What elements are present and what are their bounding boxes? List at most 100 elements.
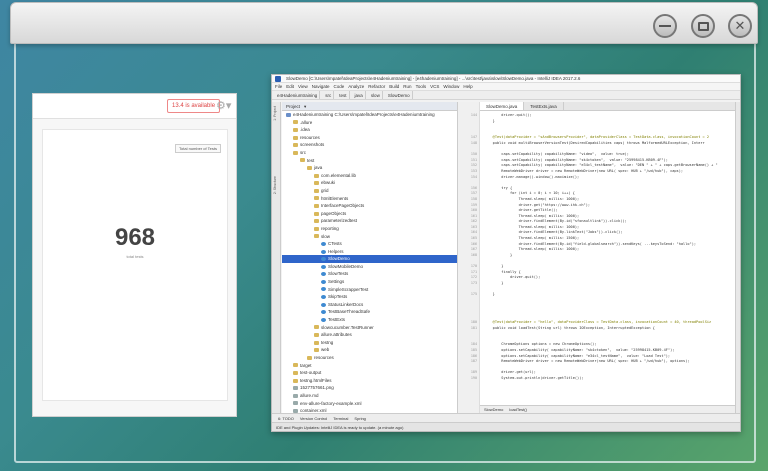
tree-item[interactable]: allure.attributes	[282, 331, 457, 339]
folder-icon	[307, 165, 312, 170]
tree-item[interactable]: Helpers	[282, 248, 457, 256]
tree-item[interactable]: allure.md	[282, 392, 457, 400]
menu-item-code[interactable]: Code	[333, 83, 344, 90]
tool-tab-structure[interactable]: 2: Structure	[273, 176, 280, 194]
tool-window-button[interactable]: Terminal	[333, 414, 348, 422]
breadcrumb-item[interactable]: src	[323, 91, 335, 99]
tree-item[interactable]: InterfacePageObjects	[282, 202, 457, 210]
maximize-button[interactable]	[691, 14, 715, 38]
editor-tab[interactable]: TestExts.java	[524, 102, 564, 110]
tree-item[interactable]: .allure	[282, 119, 457, 127]
tree-item[interactable]: grid	[282, 187, 457, 195]
tree-item[interactable]: env-allure-factory-example.xml	[282, 400, 457, 408]
tree-item[interactable]: slow	[282, 233, 457, 241]
tree-item[interactable]: SkipTests	[282, 293, 457, 301]
menu-item-navigate[interactable]: Navigate	[312, 83, 330, 90]
close-button[interactable]: ✕	[728, 14, 752, 38]
tree-item[interactable]: screenshots	[282, 141, 457, 149]
tree-item[interactable]: java	[282, 164, 457, 172]
tree-item[interactable]: com.elemental.lib	[282, 172, 457, 180]
tree-item[interactable]: testng.htmlFiles	[282, 377, 457, 385]
java-class-icon	[321, 310, 326, 315]
menu-item-build[interactable]: Build	[389, 83, 399, 90]
tree-item[interactable]: test	[282, 157, 457, 165]
project-view-dropdown[interactable]: Project	[286, 102, 300, 110]
tree-item[interactable]: htmlElements	[282, 195, 457, 203]
tool-tab-project[interactable]: 1: Project	[273, 106, 280, 121]
menu-item-analyze[interactable]: Analyze	[348, 83, 364, 90]
folder-icon	[314, 181, 319, 186]
breadcrumb-item[interactable]: SlowDemo	[386, 91, 413, 99]
tree-item-label: pageObjects	[321, 210, 347, 216]
minimize-button[interactable]	[653, 14, 677, 38]
java-class-icon	[321, 287, 326, 292]
tree-item[interactable]: e4Hadeniumtraining C:\Users\mpatel\IdeaP…	[282, 111, 457, 119]
tree-item[interactable]: resources	[282, 354, 457, 362]
tree-item[interactable]: TestExts	[282, 316, 457, 324]
tool-window-button[interactable]: Spring	[354, 414, 366, 422]
tree-item[interactable]: .idea	[282, 126, 457, 134]
menu-item-window[interactable]: Window	[443, 83, 459, 90]
tree-item[interactable]: 1527757661.png	[282, 384, 457, 392]
tree-item[interactable]: SimpleScrapperTest	[282, 286, 457, 294]
tree-item[interactable]: ebwuki	[282, 179, 457, 187]
tree-item-label: ebwuki	[321, 180, 336, 186]
dashboard-top-bar: 13.4 is available ⚙▾	[33, 94, 236, 119]
tree-item[interactable]: slowcucumber.TestRunner	[282, 324, 457, 332]
editor-breadcrumb-item[interactable]: loadTest()	[509, 406, 527, 413]
tree-item[interactable]: pageObjects	[282, 210, 457, 218]
tree-item[interactable]: web	[282, 346, 457, 354]
tree-item[interactable]: reporting	[282, 225, 457, 233]
tree-item[interactable]: src	[282, 149, 457, 157]
tree-item[interactable]: resources	[282, 134, 457, 142]
menu-item-tools[interactable]: Tools	[416, 83, 427, 90]
tree-item[interactable]: TestBaseThreadSafe	[282, 308, 457, 316]
breadcrumb-item[interactable]: test	[337, 91, 350, 99]
code-editor[interactable]: SlowDemo.java TestExts.java driver.quit()…	[480, 102, 740, 413]
total-tests-number: 968	[114, 224, 156, 251]
tree-item-label: TestExts	[328, 317, 346, 323]
line-number: 190	[470, 375, 477, 380]
tree-item[interactable]: SlowMobileDemo	[282, 263, 457, 271]
stats-card: Total number of Tests 968 total tests	[42, 129, 228, 401]
menu-item-vcs[interactable]: VCS	[430, 83, 439, 90]
java-class-icon	[321, 279, 326, 284]
folder-icon	[314, 219, 319, 224]
tree-item[interactable]: parameterizedtest	[282, 217, 457, 225]
tree-item[interactable]: testng	[282, 339, 457, 347]
gear-icon[interactable]: ⚙▾	[216, 99, 231, 113]
update-available-button[interactable]: 13.4 is available	[167, 99, 221, 113]
tree-item-label: parameterizedtest	[321, 218, 358, 224]
tool-window-button[interactable]: Version Control	[300, 414, 327, 422]
project-panel: Project ▾ e4Hadeniumtraining C:\Users\mp…	[282, 102, 458, 413]
editor-breadcrumb-item[interactable]: SlowDemo	[484, 406, 503, 413]
editor-tab[interactable]: SlowDemo.java	[480, 102, 525, 110]
menu-item-view[interactable]: View	[298, 83, 308, 90]
tree-item[interactable]: SlowDemo	[282, 255, 457, 263]
breadcrumb-item[interactable]: java	[353, 91, 366, 99]
breadcrumb-item[interactable]: e4Hadeniumtraining	[275, 91, 321, 99]
chevron-down-icon[interactable]: ▾	[304, 102, 306, 110]
menu-item-run[interactable]: Run	[403, 83, 411, 90]
tree-item-label: allure.md	[300, 392, 319, 398]
tree-item[interactable]: CTests	[282, 240, 457, 248]
java-class-icon	[321, 241, 326, 246]
tree-item[interactable]: target	[282, 362, 457, 370]
folder-icon	[293, 120, 298, 125]
code-area[interactable]: driver.quit(); } @Test(dataProvider = "s…	[480, 111, 740, 382]
java-class-icon	[321, 272, 326, 277]
menu-item-file[interactable]: File	[275, 83, 282, 90]
right-tool-strip	[735, 102, 740, 413]
tree-item[interactable]: Settings	[282, 278, 457, 286]
project-panel-header: Project ▾	[282, 102, 457, 111]
tree-item[interactable]: SlowTests	[282, 270, 457, 278]
breadcrumb-item[interactable]: slow	[369, 91, 383, 99]
tree-item[interactable]: test-output	[282, 369, 457, 377]
menu-item-edit[interactable]: Edit	[286, 83, 294, 90]
total-tests-chip[interactable]: Total number of Tests	[175, 144, 221, 153]
tree-item-label: TestBaseThreadSafe	[328, 309, 371, 315]
menu-item-help[interactable]: Help	[463, 83, 472, 90]
tree-item[interactable]: StatusLinkerDocs	[282, 301, 457, 309]
tool-window-button[interactable]: 6: TODO	[278, 414, 294, 422]
menu-item-refactor[interactable]: Refactor	[368, 83, 385, 90]
